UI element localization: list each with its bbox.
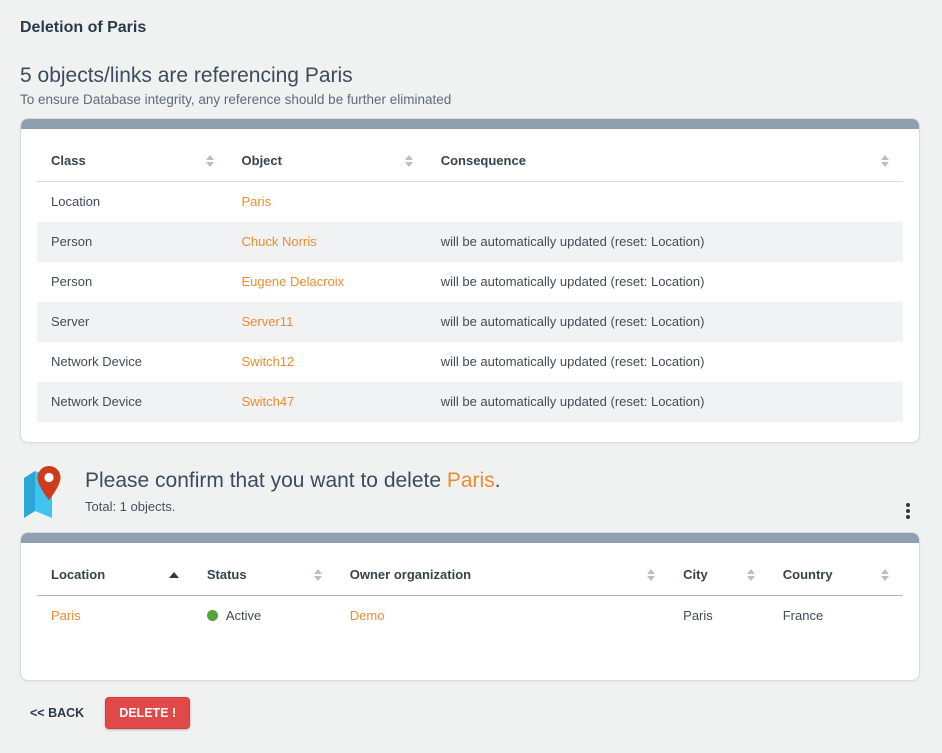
column-header-object[interactable]: Object (228, 139, 427, 182)
object-link[interactable]: Paris (242, 194, 272, 209)
object-link[interactable]: Server11 (242, 314, 294, 329)
sort-icon (747, 569, 755, 581)
sort-icon (647, 569, 655, 581)
status-cell: Active (193, 596, 336, 637)
consequence-cell: will be automatically updated (reset: Lo… (427, 342, 903, 382)
referencing-table: Class Object Consequence Location (37, 139, 903, 422)
column-header-location[interactable]: Location (37, 553, 193, 596)
referencing-panel: Class Object Consequence Location (20, 118, 920, 443)
consequence-cell: will be automatically updated (reset: Lo… (427, 222, 903, 262)
location-link[interactable]: Paris (51, 608, 81, 623)
object-link[interactable]: Switch47 (242, 394, 295, 409)
column-header-consequence[interactable]: Consequence (427, 139, 903, 182)
class-cell: Location (37, 182, 228, 223)
column-header-owner-organization[interactable]: Owner organization (336, 553, 669, 596)
table-row: Person Eugene Delacroix will be automati… (37, 262, 903, 302)
column-header-class[interactable]: Class (37, 139, 228, 182)
table-row: Location Paris (37, 182, 903, 223)
city-cell: Paris (669, 596, 769, 637)
sort-icon (881, 155, 889, 167)
consequence-cell: will be automatically updated (reset: Lo… (427, 302, 903, 342)
consequence-cell: will be automatically updated (reset: Lo… (427, 382, 903, 422)
table-row: Server Server11 will be automatically up… (37, 302, 903, 342)
class-cell: Person (37, 222, 228, 262)
object-link[interactable]: Switch12 (242, 354, 295, 369)
confirm-text-block: Please confirm that you want to delete P… (85, 463, 501, 514)
status-active-dot-icon (207, 610, 218, 621)
objects-panel: Location Status Owner organization City (20, 532, 920, 681)
class-cell: Network Device (37, 342, 228, 382)
referencing-section-subtitle: To ensure Database integrity, any refere… (20, 92, 920, 107)
panel-top-bar (21, 533, 919, 543)
class-cell: Server (37, 302, 228, 342)
map-location-icon (22, 465, 61, 523)
owner-organization-link[interactable]: Demo (350, 608, 385, 623)
sort-icon (314, 569, 322, 581)
table-header-row: Class Object Consequence (37, 139, 903, 182)
total-count-label: Total: 1 objects. (85, 499, 501, 514)
delete-button[interactable]: DELETE ! (105, 697, 190, 729)
table-row: Person Chuck Norris will be automaticall… (37, 222, 903, 262)
referencing-section-title: 5 objects/links are referencing Paris (20, 64, 920, 88)
sort-icon (405, 155, 413, 167)
kebab-menu-icon[interactable] (904, 501, 912, 521)
table-row: Network Device Switch47 will be automati… (37, 382, 903, 422)
footer-actions: << BACK DELETE ! (26, 697, 920, 729)
object-link[interactable]: Chuck Norris (242, 234, 317, 249)
table-row: Network Device Switch12 will be automati… (37, 342, 903, 382)
object-link[interactable]: Eugene Delacroix (242, 274, 345, 289)
table-header-row: Location Status Owner organization City (37, 553, 903, 596)
confirm-section: Please confirm that you want to delete P… (22, 463, 920, 523)
table-row: Paris Active Demo Paris France (37, 596, 903, 637)
back-button[interactable]: << BACK (26, 698, 88, 728)
consequence-cell: will be automatically updated (reset: Lo… (427, 262, 903, 302)
sort-icon (881, 569, 889, 581)
column-header-country[interactable]: Country (769, 553, 903, 596)
confirm-message: Please confirm that you want to delete P… (85, 468, 501, 494)
column-header-status[interactable]: Status (193, 553, 336, 596)
confirm-object-name: Paris (447, 469, 495, 492)
country-cell: France (769, 596, 903, 637)
consequence-cell (427, 182, 903, 223)
class-cell: Network Device (37, 382, 228, 422)
page-title: Deletion of Paris (20, 19, 920, 37)
panel-top-bar (21, 119, 919, 129)
sort-ascending-icon (169, 572, 179, 578)
objects-table: Location Status Owner organization City (37, 553, 903, 636)
column-header-city[interactable]: City (669, 553, 769, 596)
class-cell: Person (37, 262, 228, 302)
sort-icon (206, 155, 214, 167)
